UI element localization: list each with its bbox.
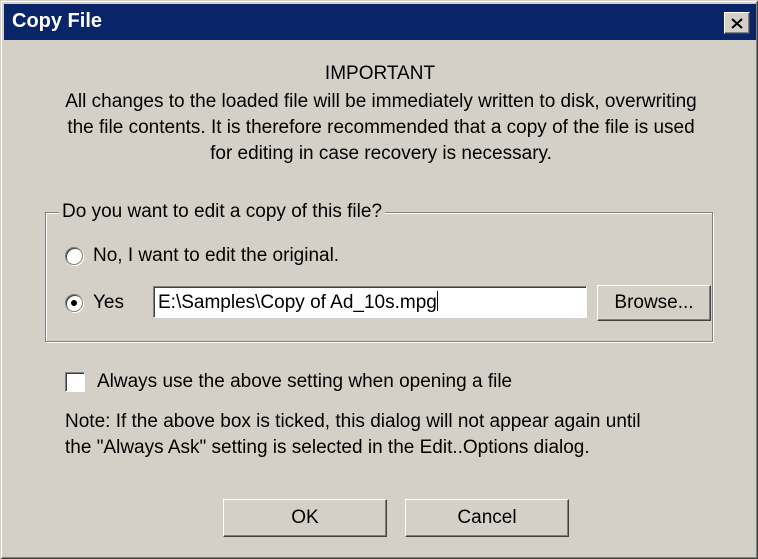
cancel-button-label: Cancel bbox=[457, 507, 517, 528]
copy-path-input[interactable]: E:\Samples\Copy of Ad_10s.mpg bbox=[153, 286, 587, 318]
close-icon bbox=[731, 17, 743, 29]
radio-no-label: No, I want to edit the original. bbox=[93, 245, 340, 266]
ok-button[interactable]: OK bbox=[223, 499, 387, 537]
edit-copy-groupbox bbox=[45, 212, 713, 342]
note-line-2: the "Always Ask" setting is selected in … bbox=[65, 437, 590, 458]
ok-button-label: OK bbox=[291, 507, 319, 528]
close-button[interactable] bbox=[724, 12, 750, 34]
copy-file-dialog: Copy File IMPORTANT All changes to the l… bbox=[0, 0, 758, 559]
copy-path-value: E:\Samples\Copy of Ad_10s.mpg bbox=[158, 292, 437, 313]
warning-line-3: for editing in case recovery is necessar… bbox=[210, 143, 552, 164]
warning-line-1: All changes to the loaded file will be i… bbox=[65, 91, 697, 112]
radio-edit-original[interactable]: No, I want to edit the original. bbox=[65, 245, 339, 267]
window-title: Copy File bbox=[12, 10, 103, 32]
title-bar[interactable]: Copy File bbox=[4, 4, 756, 40]
browse-button[interactable]: Browse... bbox=[597, 285, 711, 321]
radio-no-button[interactable] bbox=[65, 247, 83, 265]
radio-yes-label: Yes bbox=[93, 292, 124, 313]
always-use-checkbox[interactable] bbox=[65, 372, 85, 392]
note-line-1: Note: If the above box is ticked, this d… bbox=[65, 411, 641, 432]
cancel-button[interactable]: Cancel bbox=[405, 499, 569, 537]
always-use-setting-row[interactable]: Always use the above setting when openin… bbox=[65, 371, 512, 393]
note-text: Note: If the above box is ticked, this d… bbox=[65, 409, 745, 461]
warning-line-2: the file contents. It is therefore recom… bbox=[67, 117, 695, 138]
browse-button-label: Browse... bbox=[614, 292, 694, 313]
radio-edit-copy[interactable]: Yes bbox=[65, 292, 124, 314]
always-use-label: Always use the above setting when openin… bbox=[97, 371, 513, 392]
important-heading: IMPORTANT bbox=[324, 63, 436, 84]
groupbox-legend: Do you want to edit a copy of this file? bbox=[59, 201, 386, 223]
radio-yes-button[interactable] bbox=[65, 294, 83, 312]
text-caret bbox=[436, 291, 438, 311]
warning-message: All changes to the loaded file will be i… bbox=[19, 89, 743, 167]
